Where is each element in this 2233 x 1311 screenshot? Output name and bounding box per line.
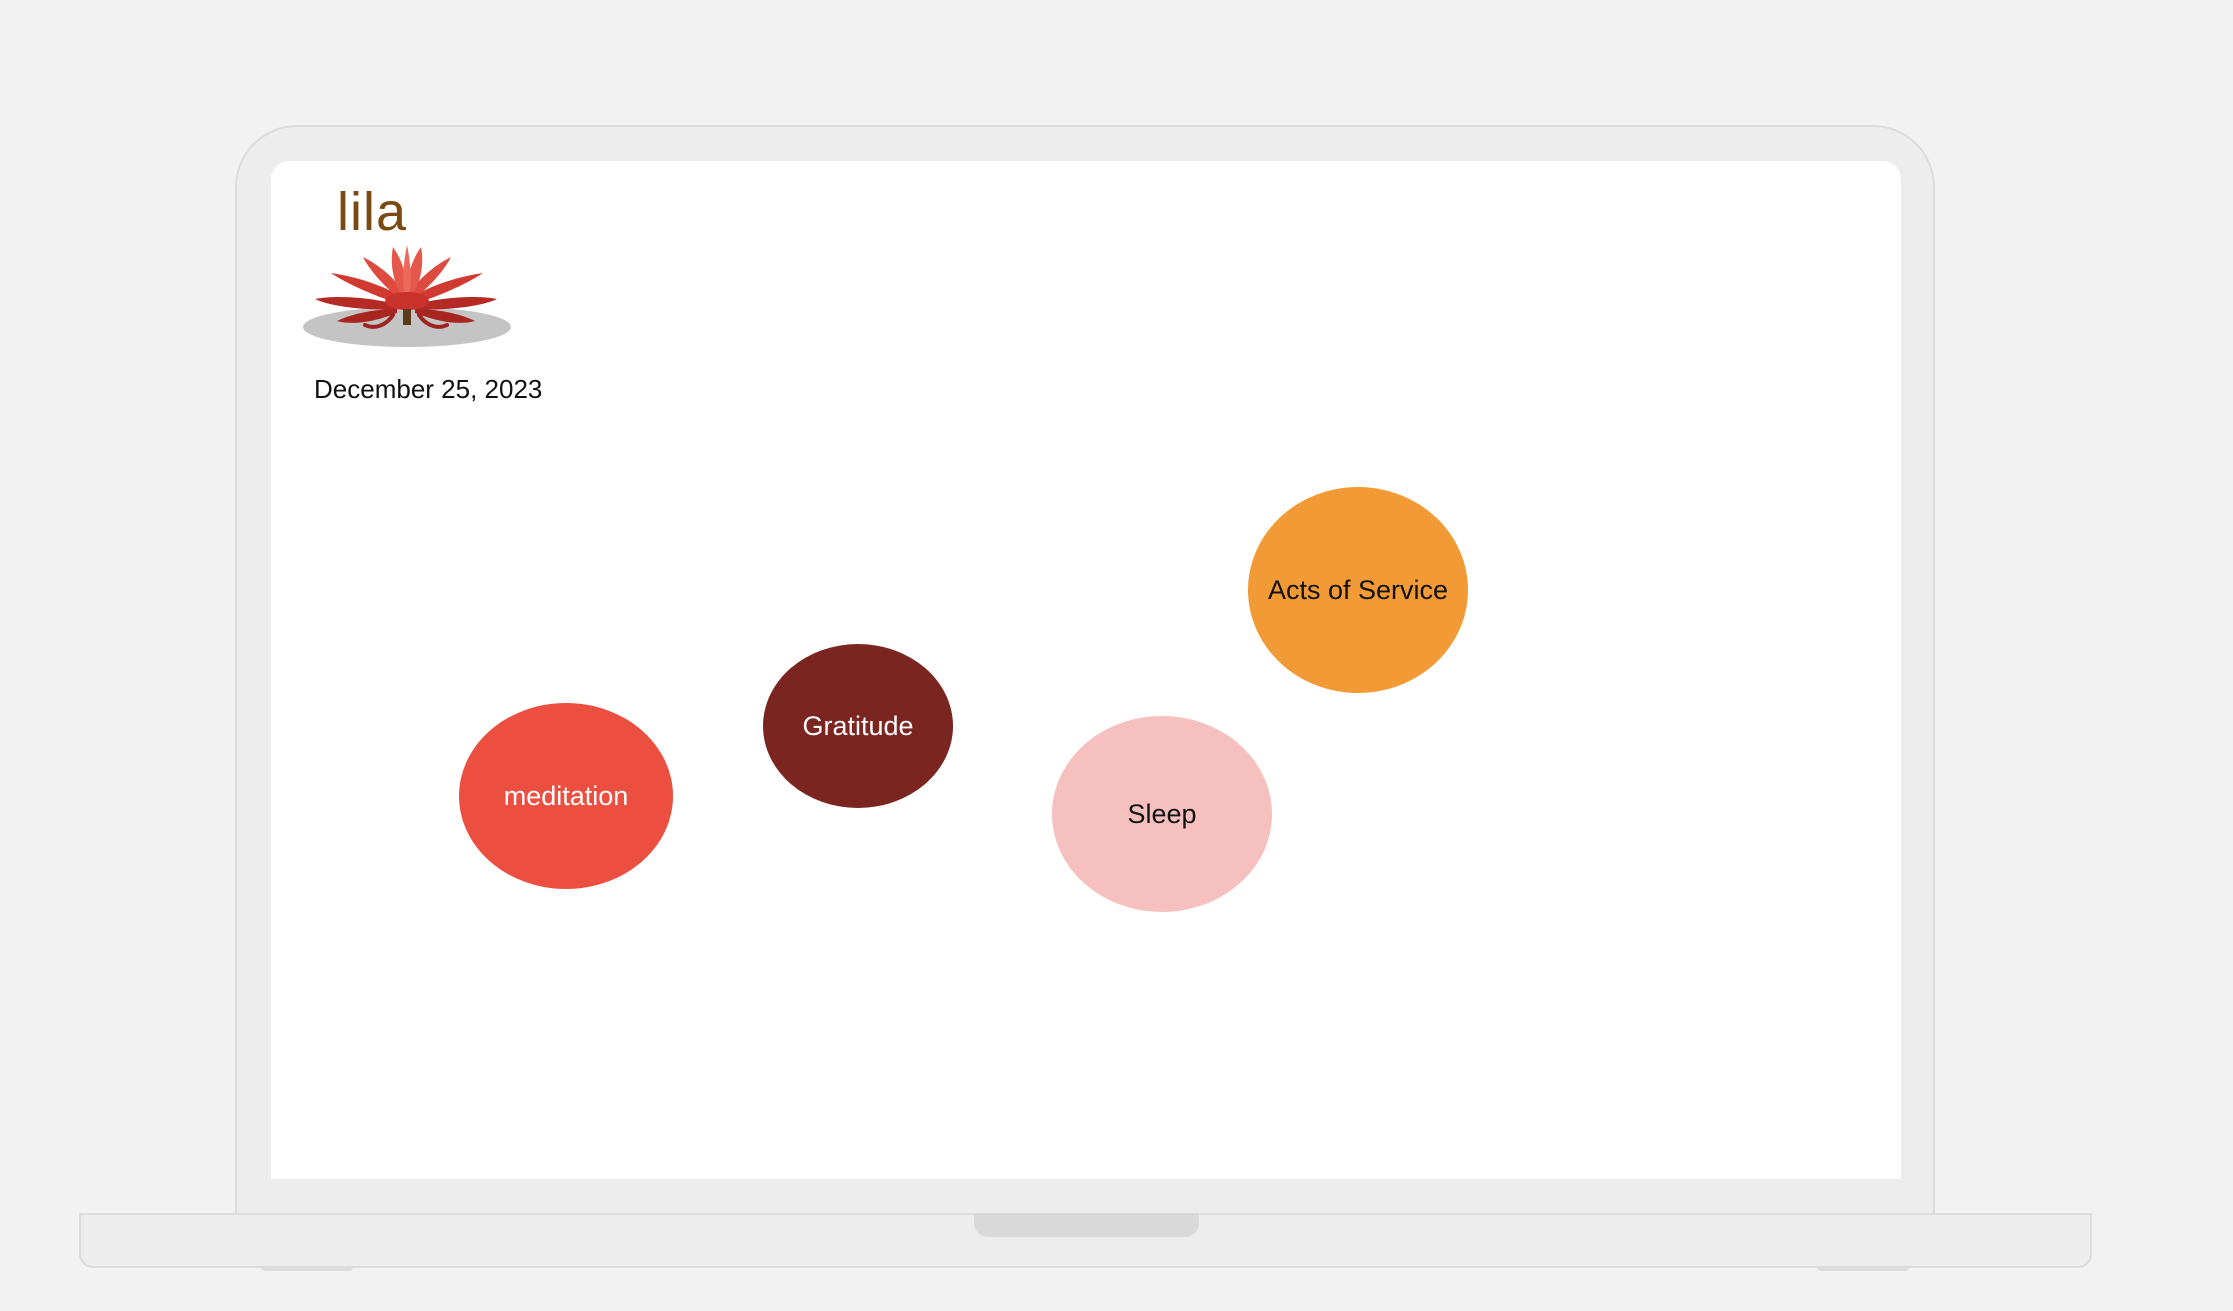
laptop-foot-left (261, 1266, 353, 1271)
current-date: December 25, 2023 (314, 374, 543, 404)
habit-bubble-acts-of-service[interactable]: Acts of Service (1248, 487, 1468, 693)
laptop-foot-right (1817, 1266, 1909, 1271)
app-title: lila (337, 182, 408, 242)
lotus-icon (303, 245, 511, 347)
habit-bubble-meditation[interactable]: meditation (459, 703, 673, 889)
app-screen: lila December 25, 2023 meditation Gratit… (271, 161, 1901, 1179)
device-mockup: lila December 25, 2023 meditation Gratit… (0, 0, 2233, 1311)
laptop-base-notch (974, 1213, 1199, 1237)
habit-bubble-gratitude[interactable]: Gratitude (763, 644, 953, 808)
habit-bubble-sleep[interactable]: Sleep (1052, 716, 1272, 912)
